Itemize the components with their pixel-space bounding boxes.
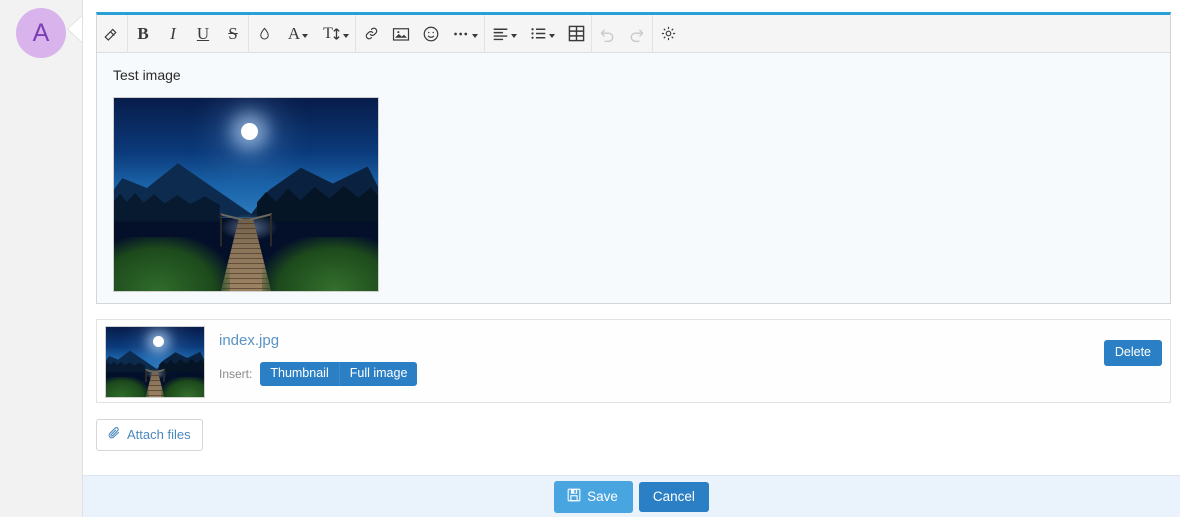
main-panel: B I U S A T Test image index.jpg Insert:… xyxy=(83,0,1180,517)
insert-full-image-button[interactable]: Full image xyxy=(339,362,418,386)
attach-files-label: Attach files xyxy=(127,426,191,442)
emoji-icon[interactable] xyxy=(416,15,446,53)
undo-icon[interactable] xyxy=(592,15,622,53)
toolbar-group-inline-style: B I U S xyxy=(128,14,249,53)
settings-gear-icon[interactable] xyxy=(653,15,683,53)
lake-thumb-artwork xyxy=(106,327,204,397)
save-button[interactable]: Save xyxy=(554,480,633,513)
italic-glyph: I xyxy=(170,23,176,43)
rich-text-editor: B I U S A T Test image xyxy=(96,12,1171,304)
photo-grass-right xyxy=(261,236,378,291)
editor-paragraph: Test image xyxy=(113,67,181,83)
chevron-down-icon xyxy=(342,33,349,38)
paperclip-icon xyxy=(107,426,121,443)
attachment-details: index.jpg Insert: Thumbnail Full image xyxy=(219,326,418,386)
font-family-icon[interactable]: A xyxy=(279,15,317,53)
form-footer: Save Cancel xyxy=(83,475,1180,517)
editor-content-area[interactable]: Test image xyxy=(97,53,1170,302)
toolbar-group-clear xyxy=(97,14,128,53)
table-icon[interactable] xyxy=(561,15,591,53)
floppy-disk-icon xyxy=(567,488,581,505)
save-label: Save xyxy=(587,488,618,504)
attachment-editor-screen: A B I U S A T Test image index.jpg Inser… xyxy=(0,0,1180,517)
insert-label: Insert: xyxy=(219,367,253,381)
font-size-icon[interactable]: T xyxy=(317,15,355,53)
attachment-thumbnail[interactable] xyxy=(105,326,205,398)
insert-thumbnail-button[interactable]: Thumbnail xyxy=(260,362,340,386)
text-color-droplet-icon[interactable] xyxy=(249,15,279,53)
photo-grass-left xyxy=(114,236,231,291)
cancel-button[interactable]: Cancel xyxy=(638,481,709,512)
insert-controls: Insert: Thumbnail Full image xyxy=(219,362,418,386)
strikethrough-icon[interactable]: S xyxy=(218,15,248,53)
chevron-down-icon xyxy=(548,33,555,38)
toolbar-group-settings xyxy=(653,15,683,53)
editor-inline-image[interactable] xyxy=(113,97,379,292)
insert-button-group: Thumbnail Full image xyxy=(260,362,418,386)
photo-moon xyxy=(240,123,258,141)
chevron-down-icon xyxy=(302,33,309,38)
speech-bubble-tail xyxy=(68,16,82,42)
attach-files-button[interactable]: Attach files xyxy=(96,419,203,451)
lake-photo-artwork xyxy=(114,98,378,291)
underline-icon[interactable]: U xyxy=(188,15,218,53)
strikethrough-glyph: S xyxy=(228,23,238,43)
underline-glyph: U xyxy=(196,23,210,43)
align-icon[interactable] xyxy=(485,15,523,53)
thumb-grass-right xyxy=(160,377,204,397)
attachment-filename-link[interactable]: index.jpg xyxy=(219,332,417,350)
bold-icon[interactable]: B xyxy=(128,15,158,53)
list-icon[interactable] xyxy=(523,15,561,53)
toolbar-group-paragraph xyxy=(485,14,592,53)
attach-files-row: Attach files xyxy=(96,419,1171,451)
italic-icon[interactable]: I xyxy=(158,15,188,53)
avatar: A xyxy=(16,8,66,58)
eraser-icon[interactable] xyxy=(97,15,127,53)
more-options-icon[interactable] xyxy=(446,15,484,53)
image-icon[interactable] xyxy=(386,15,416,53)
link-icon[interactable] xyxy=(356,15,386,53)
toolbar-group-history xyxy=(592,14,653,53)
attachments-section: index.jpg Insert: Thumbnail Full image D… xyxy=(96,319,1171,463)
chevron-down-icon xyxy=(510,33,517,38)
left-gutter: A xyxy=(0,0,83,517)
editor-toolbar: B I U S A T xyxy=(97,14,1170,53)
chevron-down-icon xyxy=(471,33,478,38)
toolbar-group-insert xyxy=(356,14,485,53)
delete-attachment-button[interactable]: Delete xyxy=(1103,340,1162,366)
thumb-grass-left xyxy=(106,377,150,397)
redo-icon[interactable] xyxy=(622,15,652,53)
font-family-glyph: A xyxy=(287,23,301,43)
attachment-row: index.jpg Insert: Thumbnail Full image D… xyxy=(96,319,1171,403)
bold-glyph: B xyxy=(137,23,149,43)
toolbar-group-typography: A T xyxy=(249,14,356,53)
